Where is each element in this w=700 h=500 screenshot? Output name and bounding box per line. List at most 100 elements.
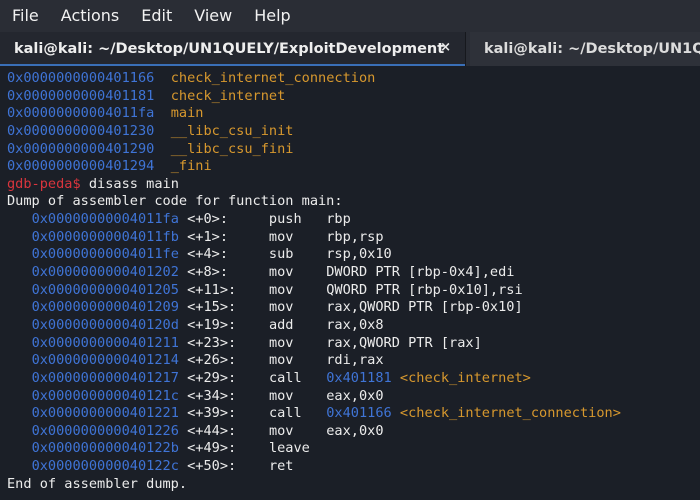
instruction-address: 0x00000000004011fe [31, 246, 179, 263]
tab-inactive[interactable]: kali@kali: ~/Desktop/UN1QUELY/Ex [470, 32, 700, 66]
instruction-row: 0x000000000040122b <+49>: leave [7, 440, 621, 458]
instruction-row: 0x000000000040122c <+50>: ret [7, 458, 621, 476]
instruction-opcode: call [268, 369, 302, 386]
menu-edit[interactable]: Edit [129, 0, 182, 32]
instruction-offset: <+23>: [187, 334, 237, 351]
instruction-row: 0x00000000004011fb <+1>: mov rbp,rsp [7, 229, 621, 247]
dump-header: Dump of assembler code for function main… [7, 193, 621, 211]
instruction-offset: <+1>: [187, 228, 228, 245]
dump-footer: End of assembler dump. [7, 476, 621, 494]
instruction-opcode: mov [268, 387, 294, 404]
instruction-address: 0x000000000040122b [31, 440, 179, 457]
instruction-address: 0x0000000000401226 [31, 422, 179, 439]
instruction-offset: <+29>: [187, 369, 237, 386]
instruction-operands: rbp [326, 211, 351, 228]
instruction-row: 0x0000000000401211 <+23>: mov rax,QWORD … [7, 335, 621, 353]
instruction-opcode: mov [268, 228, 294, 245]
symbol-name: __libc_csu_init [170, 122, 294, 139]
instruction-opcode: add [268, 316, 294, 333]
symbol-address: 0x0000000000401166 [7, 70, 155, 86]
symbol-name: check_internet [170, 87, 286, 104]
menu-view[interactable]: View [182, 0, 242, 32]
symbol-address: 0x0000000000401290 [7, 140, 155, 157]
instruction-operands: rax,QWORD PTR [rbp-0x10] [326, 299, 523, 316]
terminal-lines: 0x0000000000401166 check_internet_connec… [7, 70, 621, 493]
instruction-opcode: ret [268, 458, 294, 475]
terminal-window: File Actions Edit View Help kali@kali: ~… [0, 0, 700, 500]
instruction-address: 0x0000000000401221 [31, 405, 179, 422]
dump-footer-text: End of assembler dump. [7, 475, 188, 492]
instruction-opcode: mov [268, 422, 294, 439]
symbol-row: 0x0000000000401294 _fini [7, 158, 621, 176]
instruction-operands: eax,0x0 [326, 387, 384, 404]
call-target: 0x401166 [326, 405, 392, 422]
instruction-address: 0x0000000000401202 [31, 264, 179, 281]
instruction-address: 0x00000000004011fa [31, 211, 179, 228]
symbol-address: 0x0000000000401294 [7, 158, 155, 175]
instruction-offset: <+11>: [187, 281, 237, 298]
call-symbol: <check_internet> [399, 369, 531, 386]
instruction-address: 0x000000000040122c [31, 458, 179, 475]
terminal-output[interactable]: 0x0000000000401166 check_internet_connec… [0, 66, 700, 500]
instruction-offset: <+19>: [187, 316, 237, 333]
instruction-operands: rax,0x8 [326, 316, 384, 333]
instruction-opcode: sub [268, 246, 294, 263]
instruction-offset: <+49>: [187, 440, 237, 457]
instruction-opcode: mov [268, 352, 294, 369]
instruction-row: 0x0000000000401214 <+26>: mov rdi,rax [7, 352, 621, 370]
instruction-opcode: mov [268, 264, 294, 281]
call-symbol: <check_internet_connection> [399, 405, 621, 422]
instruction-offset: <+15>: [187, 299, 237, 316]
command-text: disass main [80, 175, 179, 192]
instruction-address: 0x0000000000401217 [31, 369, 179, 386]
instruction-row: 0x0000000000401217 <+29>: call 0x401181 … [7, 370, 621, 388]
symbol-row: 0x0000000000401181 check_internet [7, 88, 621, 106]
call-target: 0x401181 [326, 369, 392, 386]
instruction-row: 0x0000000000401209 <+15>: mov rax,QWORD … [7, 299, 621, 317]
instruction-operands: QWORD PTR [rbp-0x10],rsi [326, 281, 523, 298]
prompt-line: gdb-peda$ disass main [7, 176, 621, 194]
tab-active[interactable]: kali@kali: ~/Desktop/UN1QUELY/ExploitDev… [0, 32, 466, 66]
instruction-row: 0x0000000000401205 <+11>: mov QWORD PTR … [7, 282, 621, 300]
symbol-name: __libc_csu_fini [170, 140, 294, 157]
symbol-row: 0x0000000000401290 __libc_csu_fini [7, 141, 621, 159]
instruction-opcode: leave [268, 440, 310, 457]
instruction-row: 0x0000000000401226 <+44>: mov eax,0x0 [7, 423, 621, 441]
instruction-opcode: mov [268, 299, 294, 316]
symbol-row: 0x00000000004011fa main [7, 105, 621, 123]
close-icon[interactable]: × [440, 32, 451, 66]
symbol-row: 0x0000000000401230 __libc_csu_init [7, 123, 621, 141]
menu-file[interactable]: File [0, 0, 49, 32]
tab-bar: kali@kali: ~/Desktop/UN1QUELY/ExploitDev… [0, 32, 700, 67]
instruction-operands: eax,0x0 [326, 422, 384, 439]
gdb-prompt: gdb-peda$ [7, 175, 81, 192]
symbol-address: 0x00000000004011fa [7, 105, 155, 122]
menu-help[interactable]: Help [242, 0, 300, 32]
instruction-row: 0x00000000004011fe <+4>: sub rsp,0x10 [7, 246, 621, 264]
instruction-offset: <+8>: [187, 264, 228, 281]
instruction-offset: <+34>: [187, 387, 237, 404]
tab-inactive-label: kali@kali: ~/Desktop/UN1QUELY/Ex [484, 41, 700, 57]
instruction-row: 0x000000000040120d <+19>: add rax,0x8 [7, 317, 621, 335]
instruction-opcode: call [268, 405, 302, 422]
symbol-name: main [170, 105, 204, 122]
instruction-offset: <+26>: [187, 352, 237, 369]
instruction-address: 0x000000000040120d [31, 316, 179, 333]
instruction-address: 0x0000000000401205 [31, 281, 179, 298]
instruction-operands: rsp,0x10 [326, 246, 392, 263]
instruction-opcode: push [268, 211, 302, 228]
instruction-address: 0x000000000040121c [31, 387, 179, 404]
symbol-row: 0x0000000000401166 check_internet_connec… [7, 70, 621, 88]
instruction-address: 0x0000000000401214 [31, 352, 179, 369]
instruction-address: 0x00000000004011fb [31, 228, 179, 245]
symbol-address: 0x0000000000401181 [7, 87, 155, 104]
menu-bar: File Actions Edit View Help [0, 0, 700, 32]
symbol-name: _fini [170, 158, 212, 175]
instruction-opcode: mov [268, 281, 294, 298]
instruction-opcode: mov [268, 334, 294, 351]
symbol-address: 0x0000000000401230 [7, 122, 155, 139]
tab-active-label: kali@kali: ~/Desktop/UN1QUELY/ExploitDev… [14, 41, 445, 57]
instruction-offset: <+39>: [187, 405, 237, 422]
menu-actions[interactable]: Actions [49, 0, 129, 32]
instruction-operands: DWORD PTR [rbp-0x4],edi [326, 264, 515, 281]
